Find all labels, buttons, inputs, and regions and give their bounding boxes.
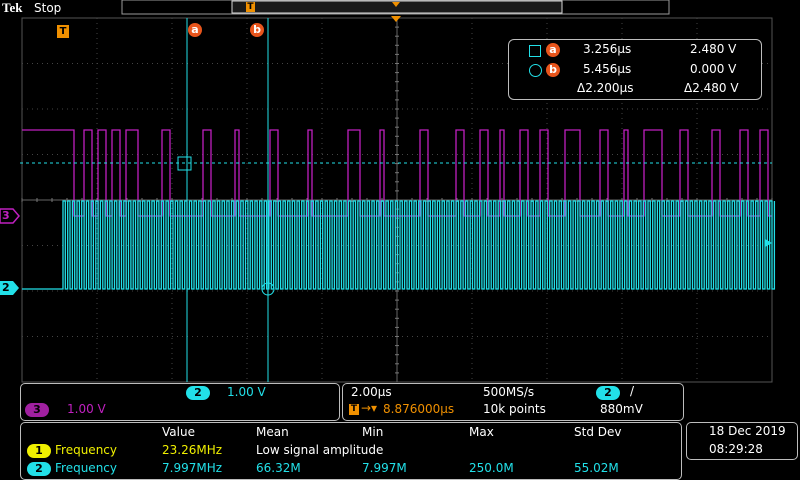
meas-row1-label[interactable]: Frequency: [55, 443, 117, 457]
meas-row2-std-dev: 55.02M: [574, 461, 619, 475]
time-per-division[interactable]: 2.00µs: [351, 385, 392, 399]
brand-logo: Tek: [2, 0, 23, 15]
trigger-position-badge[interactable]: T: [246, 2, 255, 12]
meas-header-min: Min: [362, 425, 384, 439]
channel-3-scale[interactable]: 1.00 V: [67, 402, 106, 416]
trigger-time-marker[interactable]: T: [57, 25, 69, 38]
channel-2-marker-label: 2: [2, 281, 10, 294]
meas-header-value: Value: [162, 425, 195, 439]
sample-rate: 500MS/s: [483, 385, 535, 399]
datetime-panel[interactable]: 18 Dec 2019 08:29:28: [686, 422, 798, 460]
meas-row2-max: 250.0M: [469, 461, 514, 475]
trigger-position-icon: T: [349, 404, 359, 415]
cursor-delta-time: Δ2.200µs: [577, 81, 634, 95]
cursor-b-circle-icon: [529, 64, 542, 77]
trigger-slope-icon[interactable]: /: [630, 384, 634, 398]
run-state-label[interactable]: Stop: [34, 1, 61, 15]
cursor-a-time: 3.256µs: [583, 42, 632, 56]
meas-row2-label[interactable]: Frequency: [55, 461, 117, 475]
horizontal-trigger-panel[interactable]: 2.00µs 500MS/s 2 / T →▾ 8.876000µs 10k p…: [342, 383, 684, 421]
meas-row1-value: 23.26MHz: [162, 443, 223, 457]
cursor-b-time: 5.456µs: [583, 62, 632, 76]
channel-3-marker-label: 3: [2, 209, 10, 222]
meas-header-std-dev: Std Dev: [574, 425, 622, 439]
cursor-a-badge[interactable]: a: [188, 23, 202, 37]
channel-2-scale[interactable]: 1.00 V: [227, 385, 266, 399]
trigger-level-value[interactable]: 880mV: [600, 402, 643, 416]
channel-2-badge[interactable]: 2: [186, 386, 210, 400]
meas-row1-channel-badge: 1: [27, 444, 51, 458]
meas-row2-min: 7.997M: [362, 461, 407, 475]
cursor-readout-panel[interactable]: a 3.256µs 2.480 V b 5.456µs 0.000 V Δ2.2…: [508, 39, 762, 100]
trigger-position-arrow-icon: [391, 16, 401, 22]
trigger-source-badge[interactable]: 2: [596, 386, 620, 400]
measurements-panel[interactable]: Value Mean Min Max Std Dev 1 Frequency 2…: [20, 422, 682, 480]
record-length[interactable]: 10k points: [483, 402, 546, 416]
cursor-a-voltage: 2.480 V: [690, 42, 737, 56]
cursor-b-voltage: 0.000 V: [690, 62, 737, 76]
cursor-a-square-icon: [529, 45, 541, 57]
cursor-b-badge[interactable]: b: [250, 23, 264, 37]
meas-header-mean: Mean: [256, 425, 289, 439]
meas-row2-value: 7.997MHz: [162, 461, 223, 475]
trigger-level-arrow-icon: [765, 239, 772, 247]
vertical-settings-panel[interactable]: 2 1.00 V 3 1.00 V: [20, 383, 340, 421]
channel-3-badge[interactable]: 3: [25, 403, 49, 417]
cursor-b-readout-badge: b: [546, 63, 560, 77]
trigger-position-value[interactable]: 8.876000µs: [383, 402, 454, 416]
cursor-delta-voltage: Δ2.480 V: [684, 81, 739, 95]
cursor-a-readout-badge: a: [546, 43, 560, 57]
channel-2-waveform: [22, 200, 776, 290]
date-display: 18 Dec 2019: [709, 424, 786, 438]
meas-row2-channel-badge: 2: [27, 462, 51, 476]
time-display: 08:29:28: [709, 442, 763, 456]
meas-row1-mean: Low signal amplitude: [256, 443, 384, 457]
meas-row2-mean: 66.32M: [256, 461, 301, 475]
trigger-arrow-icon: →▾: [361, 401, 378, 415]
meas-header-max: Max: [469, 425, 494, 439]
